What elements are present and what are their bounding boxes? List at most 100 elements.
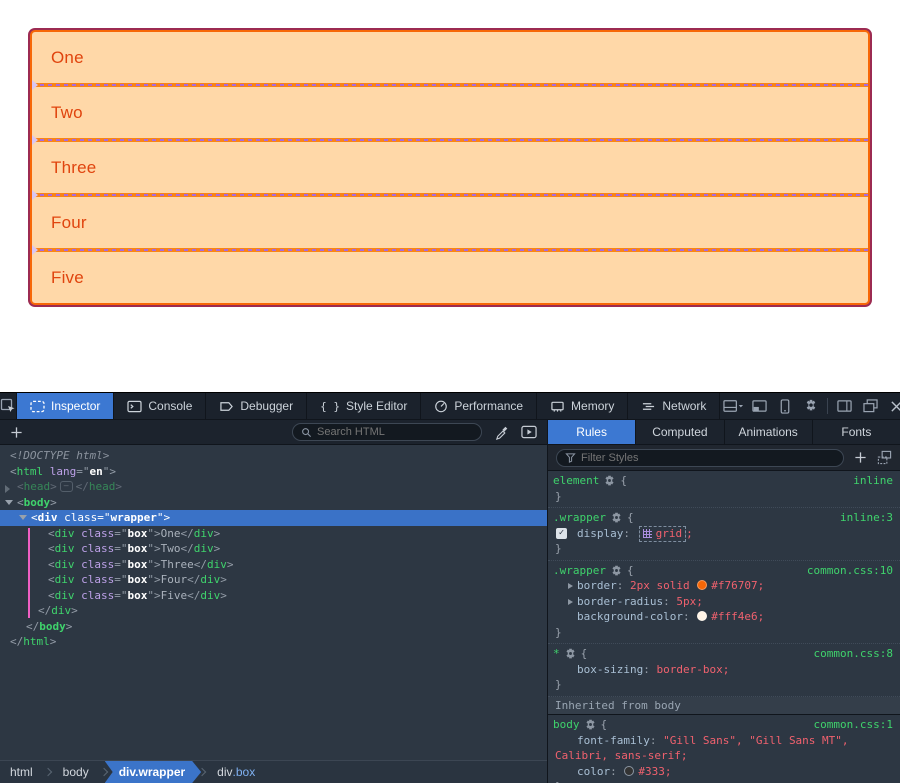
- tab-memory[interactable]: Memory: [537, 393, 628, 419]
- search-html-input[interactable]: [317, 426, 473, 438]
- rule-selector[interactable]: .wrapper: [553, 563, 606, 579]
- rule-selector[interactable]: element: [553, 473, 599, 489]
- class-toggle-button[interactable]: [877, 450, 892, 465]
- markup-line[interactable]: <div class="box">Five</div>: [0, 588, 547, 604]
- breadcrumb-item[interactable]: div.box: [207, 761, 265, 783]
- stylesheet-link[interactable]: common.css:10: [807, 563, 893, 579]
- grid-toggle[interactable]: grid: [639, 526, 687, 542]
- settings-icon: [804, 399, 818, 413]
- markup-line[interactable]: </html>: [0, 634, 547, 650]
- dock-sidebar-button[interactable]: [831, 395, 857, 417]
- css-declaration[interactable]: border-radius: 5px;: [548, 594, 900, 610]
- stylesheet-link[interactable]: common.css:8: [814, 646, 893, 662]
- collapse-arrow-icon[interactable]: [19, 515, 27, 520]
- rule-selector[interactable]: .wrapper: [553, 510, 606, 526]
- tab-label: Inspector: [51, 399, 100, 413]
- code-token: ">: [147, 589, 160, 602]
- css-token: color: [577, 765, 610, 778]
- separate-window-button[interactable]: [857, 395, 883, 417]
- code-token: </: [26, 620, 39, 633]
- tab-performance[interactable]: Performance: [421, 393, 537, 419]
- code-token: class: [75, 542, 115, 555]
- markup-line[interactable]: <!DOCTYPE html>: [0, 448, 547, 464]
- open-brace: {: [627, 510, 634, 526]
- css-token: :: [610, 765, 623, 778]
- rule-selector[interactable]: body: [553, 717, 580, 733]
- sidebar-tab-computed[interactable]: Computed: [636, 420, 724, 444]
- tab-inspector[interactable]: Inspector: [17, 393, 114, 419]
- code-token: lang: [43, 465, 76, 478]
- color-swatch[interactable]: [624, 766, 634, 776]
- stylesheet-link[interactable]: inline:3: [840, 510, 893, 526]
- sidebar-tab-fonts[interactable]: Fonts: [813, 420, 900, 444]
- rule-gear-icon[interactable]: [604, 475, 615, 486]
- code-token: body: [39, 620, 66, 633]
- css-declaration[interactable]: box-sizing: border-box;: [548, 662, 900, 678]
- markup-line[interactable]: <div class="wrapper">: [0, 510, 547, 526]
- eyedropper-button[interactable]: [494, 425, 509, 440]
- rule-gear-icon[interactable]: [611, 565, 622, 576]
- close-button[interactable]: [883, 395, 900, 417]
- markup-line[interactable]: <div class="box">Three</div>: [0, 557, 547, 573]
- markup-line[interactable]: </div>: [0, 603, 547, 619]
- declaration-checkbox[interactable]: ✓: [556, 528, 567, 539]
- stylesheet-link[interactable]: inline: [853, 473, 893, 489]
- markup-line[interactable]: <head>–</head>: [0, 479, 547, 495]
- tab-console[interactable]: Console: [114, 393, 206, 419]
- css-declaration[interactable]: background-color: #fff4e6;: [548, 609, 900, 625]
- rule-gear-icon[interactable]: [585, 719, 596, 730]
- breadcrumb[interactable]: html body div.wrapper div.box: [0, 760, 547, 783]
- rule-gear-icon[interactable]: [565, 648, 576, 659]
- css-declaration[interactable]: font-family: "Gill Sans", "Gill Sans MT"…: [548, 733, 900, 764]
- rule-gear-icon[interactable]: [611, 512, 622, 523]
- css-declaration[interactable]: ✓display: grid;: [548, 526, 900, 542]
- select-iframe-button[interactable]: [720, 395, 746, 417]
- tab-debugger[interactable]: Debugger: [206, 393, 307, 419]
- css-declaration[interactable]: border: 2px solid #f76707;: [548, 578, 900, 594]
- css-rules[interactable]: element{inline}.wrapper{inline:3✓display…: [548, 471, 900, 783]
- breadcrumb-label: body: [63, 765, 89, 779]
- color-swatch[interactable]: [697, 580, 707, 590]
- sidebar-tab-rules[interactable]: Rules: [548, 420, 636, 444]
- markup-line[interactable]: <body>: [0, 495, 547, 511]
- code-token: Five: [161, 589, 188, 602]
- markup-line[interactable]: <html lang="en">: [0, 464, 547, 480]
- collapse-arrow-icon[interactable]: [5, 500, 13, 505]
- expand-arrow-icon[interactable]: [568, 599, 573, 605]
- split-console-button[interactable]: [746, 395, 772, 417]
- markup-line[interactable]: <div class="box">Four</div>: [0, 572, 547, 588]
- separate-window-icon: [863, 399, 878, 413]
- debugger-icon: [219, 400, 234, 413]
- stylesheet-link[interactable]: common.css:1: [814, 717, 893, 733]
- search-html-box[interactable]: [292, 423, 482, 441]
- rule-selector[interactable]: *: [553, 646, 560, 662]
- filter-styles-box[interactable]: [556, 449, 844, 467]
- markup-line[interactable]: <div class="box">One</div>: [0, 526, 547, 542]
- tab-style-editor[interactable]: { }Style Editor: [307, 393, 421, 419]
- sidebar-tab-animations[interactable]: Animations: [725, 420, 813, 444]
- devtools-panel: Inspector ConsoleDebugger{ }Style EditorP…: [0, 392, 900, 783]
- settings-button[interactable]: [798, 395, 824, 417]
- markup-line[interactable]: </body>: [0, 619, 547, 635]
- css-declaration[interactable]: color: #333;: [548, 764, 900, 780]
- code-token: box: [128, 558, 148, 571]
- code-token: div: [55, 558, 75, 571]
- breadcrumb-item[interactable]: html: [0, 761, 43, 783]
- markup-line[interactable]: <div class="box">Two</div>: [0, 541, 547, 557]
- code-token: =": [97, 511, 110, 524]
- html-tree[interactable]: <!DOCTYPE html><html lang="en"><head>–</…: [0, 445, 547, 760]
- filter-styles-input[interactable]: [581, 452, 835, 464]
- grid-icon[interactable]: [643, 529, 652, 538]
- paint-flashing-button[interactable]: [521, 425, 537, 439]
- add-node-button[interactable]: [10, 426, 23, 439]
- pick-element-button[interactable]: [0, 393, 17, 419]
- responsive-mode-button[interactable]: [772, 395, 798, 417]
- tab-network[interactable]: Network: [628, 393, 720, 419]
- breadcrumb-item[interactable]: div.wrapper: [105, 761, 201, 783]
- css-token: 5px;: [676, 595, 703, 608]
- expand-arrow-icon[interactable]: [568, 583, 573, 589]
- breadcrumb-item[interactable]: body: [53, 761, 99, 783]
- add-rule-button[interactable]: [854, 451, 867, 464]
- expand-arrow-icon[interactable]: [5, 485, 10, 493]
- color-swatch[interactable]: [697, 611, 707, 621]
